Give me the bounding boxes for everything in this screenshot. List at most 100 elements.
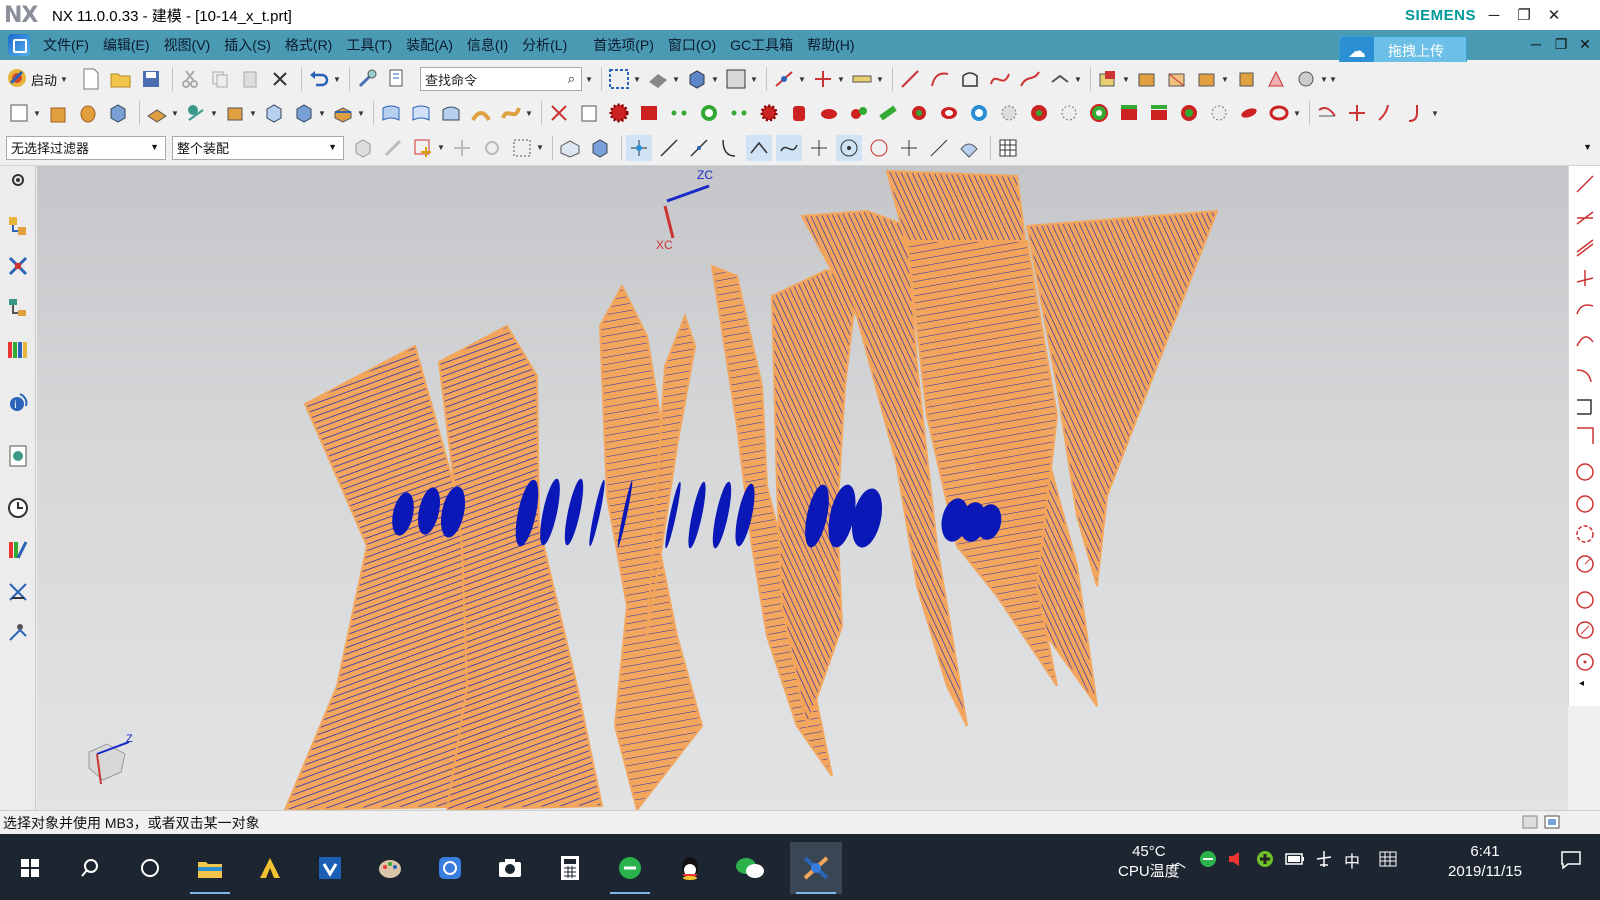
o-ring-icon[interactable] xyxy=(1266,100,1292,126)
add-selection-icon[interactable] xyxy=(410,135,436,161)
rack-icon[interactable] xyxy=(1116,100,1142,126)
calculator-icon[interactable] xyxy=(544,842,596,894)
settings-icon[interactable] xyxy=(6,168,30,192)
worm-gear-icon[interactable] xyxy=(1236,100,1262,126)
model-view[interactable] xyxy=(37,166,1568,810)
menu-preferences[interactable]: 首选项(P) xyxy=(586,30,661,60)
general-selection-icon[interactable] xyxy=(350,135,376,161)
select-body-icon[interactable] xyxy=(587,135,613,161)
sprocket-icon[interactable] xyxy=(756,100,782,126)
delete-face-icon[interactable] xyxy=(546,100,572,126)
menu-gc-toolkit[interactable]: GC工具箱 xyxy=(723,30,800,60)
corner-icon[interactable] xyxy=(1573,424,1597,448)
shaft-disc-5[interactable] xyxy=(536,477,564,546)
window-close-button[interactable]: ✕ xyxy=(1536,0,1572,30)
scroll-down-icon[interactable]: ◂ xyxy=(1579,678,1584,689)
shaded-cube-icon[interactable] xyxy=(684,66,710,92)
circle-three-point-icon[interactable] xyxy=(1573,492,1597,516)
fit-view-icon[interactable] xyxy=(606,66,632,92)
triad-axis-xc[interactable] xyxy=(663,205,675,239)
fillet-curve-icon[interactable] xyxy=(1404,100,1430,126)
menu-information[interactable]: 信息(I) xyxy=(460,30,515,60)
menu-tools[interactable]: 工具(T) xyxy=(339,30,399,60)
command-finder-icon[interactable] xyxy=(384,66,410,92)
cylinder-icon[interactable] xyxy=(786,100,812,126)
tray-volume-icon[interactable] xyxy=(1226,849,1246,874)
studio-surface-icon[interactable] xyxy=(498,100,524,126)
extrude-icon[interactable] xyxy=(45,100,71,126)
shaft-disc-11[interactable] xyxy=(709,480,735,549)
battery-icon[interactable] xyxy=(1284,851,1306,872)
menu-analysis[interactable]: 分析(L) xyxy=(515,30,574,60)
star-gear-icon[interactable] xyxy=(996,100,1022,126)
save-icon[interactable] xyxy=(138,66,164,92)
datum-plane-icon[interactable] xyxy=(183,100,209,126)
ie-browser-icon[interactable] xyxy=(604,842,656,894)
pulley-icon[interactable] xyxy=(876,100,902,126)
bearing-ring-icon[interactable] xyxy=(966,100,992,126)
outline-gear-icon[interactable] xyxy=(1056,100,1082,126)
type-filter-select[interactable]: 无选择过滤器 ▼ xyxy=(6,135,166,160)
spur-gear-icon[interactable] xyxy=(1176,100,1202,126)
grid-table-icon[interactable] xyxy=(995,135,1021,161)
autocad-icon[interactable] xyxy=(244,842,296,894)
snap-target-icon[interactable] xyxy=(479,135,505,161)
snap-line-icon[interactable] xyxy=(656,135,682,161)
line-icon[interactable] xyxy=(1573,172,1597,196)
ring-icon[interactable] xyxy=(936,100,962,126)
line-point-point-icon[interactable] xyxy=(1573,204,1597,228)
menu-format[interactable]: 格式(R) xyxy=(278,30,339,60)
snap-control-icon[interactable] xyxy=(716,135,742,161)
trim-curve-icon[interactable] xyxy=(1314,100,1340,126)
component-icon[interactable] xyxy=(1134,66,1160,92)
circle-diameter-icon[interactable] xyxy=(1573,588,1597,612)
dot-pair-icon[interactable] xyxy=(726,100,752,126)
ime-language-indicator[interactable]: 中 xyxy=(1344,848,1360,872)
mesh-surface-icon[interactable] xyxy=(438,100,464,126)
mdi-close-button[interactable]: ✕ xyxy=(1574,36,1596,53)
delete-icon[interactable] xyxy=(267,66,293,92)
status-window-icon[interactable] xyxy=(1544,815,1560,832)
arc-tangent-icon[interactable] xyxy=(1573,296,1597,320)
paste-icon[interactable] xyxy=(237,66,263,92)
constraint-icon[interactable] xyxy=(1164,66,1190,92)
assembly-navigator-icon[interactable] xyxy=(6,214,30,238)
circle-point-icon[interactable] xyxy=(1573,618,1597,642)
sketch-icon[interactable] xyxy=(6,100,32,126)
menu-view[interactable]: 视图(V) xyxy=(157,30,218,60)
copy-icon[interactable] xyxy=(207,66,233,92)
block-icon[interactable] xyxy=(105,100,131,126)
search-icon[interactable] xyxy=(64,842,116,894)
select-face-icon[interactable] xyxy=(557,135,583,161)
unite-icon[interactable] xyxy=(144,100,170,126)
spline-icon[interactable] xyxy=(987,66,1013,92)
flower-gear-icon[interactable] xyxy=(1026,100,1052,126)
snap-curve-icon[interactable] xyxy=(776,134,802,161)
system-clock[interactable]: 6:41 2019/11/15 xyxy=(1432,842,1538,882)
start-button[interactable]: 启动 ▼ xyxy=(6,67,72,92)
tray-security-icon[interactable] xyxy=(1255,849,1275,874)
wheel-icon[interactable] xyxy=(1086,100,1112,126)
edge-blend-icon[interactable] xyxy=(222,100,248,126)
ime-keyboard-icon[interactable] xyxy=(1378,849,1398,874)
menu-window[interactable]: 窗口(O) xyxy=(661,30,723,60)
snap-perpendicular-icon[interactable] xyxy=(806,135,832,161)
app-menu-icon[interactable] xyxy=(8,34,30,56)
menu-insert[interactable]: 插入(S) xyxy=(217,30,278,60)
qq-icon[interactable] xyxy=(664,842,716,894)
divide-curve-icon[interactable] xyxy=(1344,100,1370,126)
status-filter-icon[interactable] xyxy=(1522,815,1538,832)
rendering-style-icon[interactable] xyxy=(645,66,671,92)
airplane-mode-icon[interactable] xyxy=(1314,849,1334,874)
circle-full-icon[interactable] xyxy=(1573,650,1597,674)
role-icon[interactable] xyxy=(6,620,30,644)
file-explorer-icon[interactable] xyxy=(184,842,236,894)
web-browser-icon[interactable] xyxy=(6,444,30,468)
constraint-navigator-icon[interactable] xyxy=(6,254,30,278)
history-icon[interactable] xyxy=(6,496,30,520)
assembly-icon[interactable] xyxy=(1095,66,1121,92)
shell-icon[interactable] xyxy=(261,100,287,126)
bearing-icon[interactable] xyxy=(696,100,722,126)
explode-icon[interactable] xyxy=(1233,66,1259,92)
draft-icon[interactable] xyxy=(291,100,317,126)
